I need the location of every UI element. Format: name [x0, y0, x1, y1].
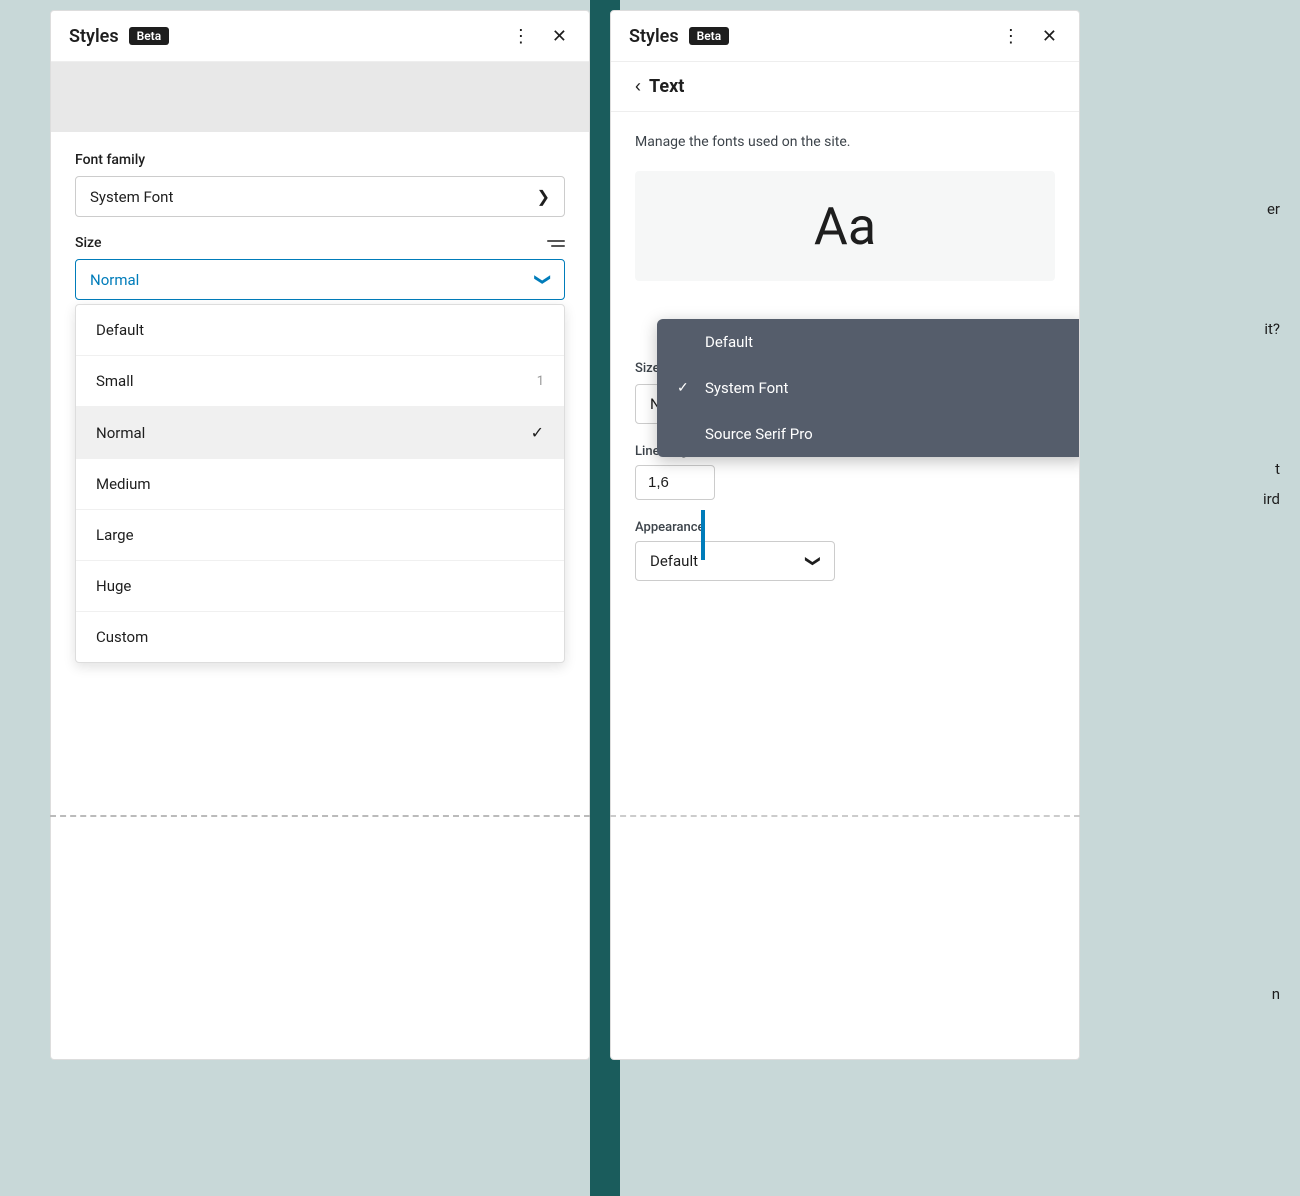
edge-text-3: t — [1275, 460, 1280, 478]
edge-text-4: ird — [1263, 490, 1280, 508]
dropdown-label-huge: Huge — [96, 577, 131, 595]
font-family-dropdown: ✓ Default ✓ System Font ✓ Source Serif P… — [657, 319, 1079, 457]
font-option-system[interactable]: ✓ System Font — [657, 365, 1079, 411]
font-option-system-label: System Font — [705, 379, 788, 397]
dropdown-item-custom[interactable]: Custom — [76, 612, 564, 662]
right-more-button[interactable]: ⋮ — [998, 25, 1024, 47]
size-select[interactable]: Normal ❯ — [75, 259, 565, 300]
right-panel-title: Styles — [629, 26, 679, 47]
subtitle: Manage the fonts used on the site. — [635, 132, 1055, 153]
left-styles-panel: Styles Beta ⋮ ✕ Font family System Font … — [50, 10, 590, 1060]
font-option-system-check: ✓ — [677, 380, 695, 396]
appearance-label: Appearance — [635, 520, 1055, 535]
font-family-chevron: ❯ — [537, 187, 550, 206]
left-beta-badge: Beta — [129, 27, 170, 45]
font-option-default[interactable]: ✓ Default — [657, 319, 1079, 365]
size-settings-line2 — [551, 245, 565, 247]
appearance-select[interactable]: Default ❯ — [635, 541, 835, 581]
right-styles-panel: Styles Beta ⋮ ✕ ‹ Text Manage the fonts … — [610, 10, 1080, 1060]
dropdown-item-large[interactable]: Large — [76, 510, 564, 561]
back-title: Text — [649, 76, 684, 97]
dropdown-check-normal: ✓ — [531, 423, 544, 442]
font-preview-box: Aa ✓ Default ✓ System Font ✓ Source Seri… — [635, 171, 1055, 281]
dropdown-label-medium: Medium — [96, 475, 151, 493]
font-option-source-serif-label: Source Serif Pro — [705, 425, 813, 443]
left-panel-header-right: ⋮ ✕ — [508, 25, 571, 47]
line-height-input[interactable] — [635, 465, 715, 500]
font-option-source-serif[interactable]: ✓ Source Serif Pro — [657, 411, 1079, 457]
dropdown-item-medium[interactable]: Medium — [76, 459, 564, 510]
back-nav: ‹ Text — [611, 62, 1079, 112]
right-panel-header: Styles Beta ⋮ ✕ — [611, 11, 1079, 62]
blue-highlight — [701, 510, 705, 560]
left-preview-bar — [51, 62, 589, 132]
appearance-field: Appearance Default ❯ — [635, 520, 1055, 581]
font-preview-text: Aa — [814, 196, 876, 257]
dropdown-item-small[interactable]: Small 1 — [76, 356, 564, 407]
dropdown-label-default: Default — [96, 321, 144, 339]
font-family-value: System Font — [90, 188, 173, 206]
size-dropdown-list: Default Small 1 Normal ✓ Medium Large Hu… — [75, 304, 565, 663]
right-panel-header-left: Styles Beta — [629, 26, 729, 47]
size-value: Normal — [90, 271, 139, 289]
dropdown-count-small: 1 — [537, 374, 544, 389]
right-beta-badge: Beta — [689, 27, 730, 45]
left-close-button[interactable]: ✕ — [548, 25, 571, 47]
left-panel-header: Styles Beta ⋮ ✕ — [51, 11, 589, 62]
size-row: Size — [75, 235, 565, 251]
size-settings-line1 — [547, 240, 565, 242]
right-panel-body: Manage the fonts used on the site. Aa ✓ … — [611, 112, 1079, 1059]
font-option-default-label: Default — [705, 333, 753, 351]
dropdown-label-custom: Custom — [96, 628, 148, 646]
right-close-button[interactable]: ✕ — [1038, 25, 1061, 47]
dashed-divider-right — [610, 815, 1080, 817]
edge-text-2: it? — [1264, 320, 1280, 338]
left-panel-header-left: Styles Beta — [69, 26, 169, 47]
font-family-select[interactable]: System Font ❯ — [75, 176, 565, 217]
appearance-chevron: ❯ — [805, 555, 823, 568]
left-more-button[interactable]: ⋮ — [508, 25, 534, 47]
size-label: Size — [75, 235, 101, 251]
appearance-value: Default — [650, 552, 698, 570]
dropdown-item-normal[interactable]: Normal ✓ — [76, 407, 564, 459]
dropdown-item-huge[interactable]: Huge — [76, 561, 564, 612]
dashed-divider-left — [50, 815, 590, 817]
dropdown-label-large: Large — [96, 526, 134, 544]
right-panel-header-right: ⋮ ✕ — [998, 25, 1061, 47]
size-settings-icon[interactable] — [547, 240, 565, 247]
dropdown-label-small: Small — [96, 372, 134, 390]
left-panel-body: Font family System Font ❯ Size Normal ❯ … — [51, 132, 589, 1059]
size-chevron: ❯ — [534, 273, 553, 286]
edge-text-5: n — [1272, 985, 1280, 1003]
back-button[interactable]: ‹ — [635, 76, 641, 97]
dropdown-label-normal: Normal — [96, 424, 145, 442]
edge-text-1: er — [1267, 200, 1280, 218]
right-size-label: Size — [635, 361, 660, 376]
left-panel-title: Styles — [69, 26, 119, 47]
dropdown-item-default[interactable]: Default — [76, 305, 564, 356]
font-family-label: Font family — [75, 152, 565, 168]
